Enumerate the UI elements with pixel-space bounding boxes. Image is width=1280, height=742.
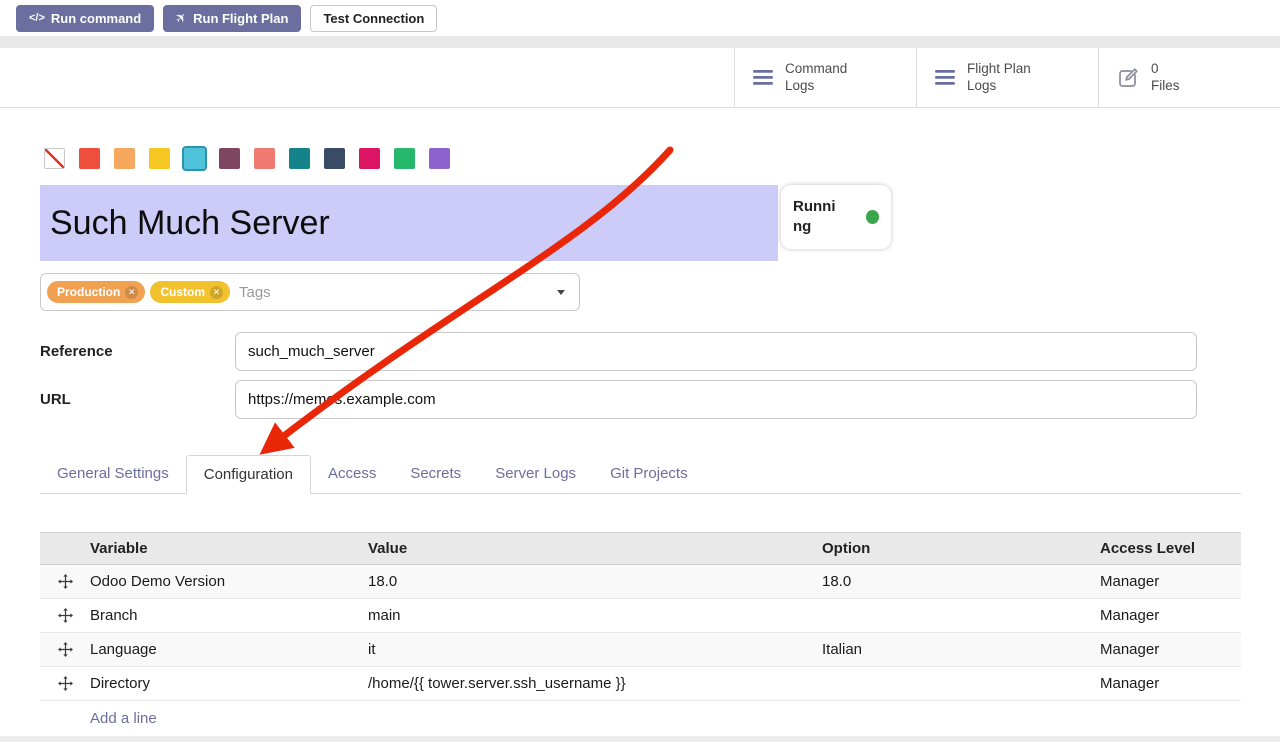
cell-access-level[interactable]: Manager <box>1100 641 1241 658</box>
stat-buttons: Command Logs Flight Plan Logs 0 Files <box>734 48 1280 107</box>
flight-plan-logs-button-label: Flight Plan Logs <box>967 61 1031 95</box>
color-swatch-purple[interactable] <box>429 148 450 169</box>
color-swatch-orange[interactable] <box>114 148 135 169</box>
chevron-down-icon[interactable] <box>557 290 565 295</box>
url-field-row: URL <box>40 380 1280 419</box>
remove-tag-icon[interactable]: ✕ <box>125 286 138 299</box>
files-button[interactable]: 0 Files <box>1098 48 1280 107</box>
table-row: Odoo Demo Version18.018.0Manager <box>40 565 1241 599</box>
color-swatch-yellow[interactable] <box>149 148 170 169</box>
test-connection-button[interactable]: Test Connection <box>310 5 437 32</box>
cell-option[interactable]: 18.0 <box>822 573 1100 590</box>
cell-value[interactable]: /home/{{ tower.server.ssh_username }} <box>368 675 822 692</box>
add-a-line-link[interactable]: Add a line <box>90 710 157 727</box>
cell-value[interactable]: main <box>368 607 822 624</box>
tags-input[interactable]: Production ✕ Custom ✕ Tags <box>40 273 580 311</box>
tab-configuration[interactable]: Configuration <box>186 455 311 494</box>
column-header-option[interactable]: Option <box>822 540 1100 557</box>
tag-label: Custom <box>160 285 205 299</box>
column-header-value[interactable]: Value <box>368 540 822 557</box>
top-toolbar: </> Run command ✈ Run Flight Plan Test Conne… <box>0 0 1280 36</box>
tags-placeholder: Tags <box>239 284 271 301</box>
command-logs-button[interactable]: Command Logs <box>734 48 916 107</box>
cell-access-level[interactable]: Manager <box>1100 675 1241 692</box>
cell-access-level[interactable]: Manager <box>1100 607 1241 624</box>
test-connection-button-label: Test Connection <box>323 11 424 26</box>
menu-icon <box>753 70 773 85</box>
column-header-access-level[interactable]: Access Level <box>1100 540 1241 557</box>
run-command-button-label: Run command <box>51 11 141 26</box>
tab-secrets[interactable]: Secrets <box>393 455 478 493</box>
cell-variable[interactable]: Odoo Demo Version <box>90 573 368 590</box>
add-line-row: Add a line <box>40 701 1241 735</box>
tag-pill-custom: Custom ✕ <box>150 281 230 303</box>
status-label: Running <box>793 197 841 238</box>
drag-handle-icon[interactable] <box>58 574 73 589</box>
tag-pills: Production ✕ Custom ✕ <box>47 281 235 303</box>
color-swatch-navy[interactable] <box>324 148 345 169</box>
color-swatch-cyan[interactable] <box>184 148 205 169</box>
table-header: VariableValueOptionAccess Level <box>40 532 1241 565</box>
divider-strip <box>0 36 1280 48</box>
status-dot-icon <box>866 210 879 224</box>
form-sheet: Such Much Server Running Production✕Cust… <box>0 108 1280 742</box>
color-swatch-none[interactable] <box>44 148 65 169</box>
reference-input[interactable] <box>235 332 1197 371</box>
cell-value[interactable]: it <box>368 641 822 658</box>
code-icon: </> <box>29 12 45 24</box>
flight-plan-logs-button[interactable]: Flight Plan Logs <box>916 48 1098 107</box>
cell-value[interactable]: 18.0 <box>368 573 822 590</box>
run-flight-plan-button-label: Run Flight Plan <box>193 11 288 26</box>
tab-server-logs[interactable]: Server Logs <box>478 455 593 493</box>
color-swatch-plum[interactable] <box>219 148 240 169</box>
server-name-input[interactable]: Such Much Server <box>40 185 778 261</box>
remove-tag-icon[interactable]: ✕ <box>210 286 223 299</box>
run-flight-plan-button[interactable]: ✈ Run Flight Plan <box>163 5 301 32</box>
drag-handle-icon[interactable] <box>58 676 73 691</box>
menu-icon <box>935 70 955 85</box>
tab-bar: General SettingsConfigurationAccessSecre… <box>40 455 1241 494</box>
color-picker <box>44 148 1280 169</box>
color-swatch-green[interactable] <box>394 148 415 169</box>
url-label: URL <box>40 391 235 408</box>
tab-general-settings[interactable]: General Settings <box>40 455 186 493</box>
edit-icon <box>1117 67 1139 89</box>
tag-pill-production: Production ✕ <box>47 281 145 303</box>
reference-label: Reference <box>40 343 235 360</box>
column-header-variable[interactable]: Variable <box>90 540 368 557</box>
color-swatch-teal[interactable] <box>289 148 310 169</box>
status-badge[interactable]: Running <box>781 185 891 249</box>
drag-handle-icon[interactable] <box>58 642 73 657</box>
paper-plane-icon: ✈ <box>176 10 187 26</box>
title-row: Such Much Server Running <box>40 185 1280 261</box>
table-row: Directory/home/{{ tower.server.ssh_usern… <box>40 667 1241 701</box>
config-table: VariableValueOptionAccess Level Odoo Dem… <box>40 532 1241 735</box>
cell-variable[interactable]: Directory <box>90 675 368 692</box>
command-logs-button-label: Command Logs <box>785 61 847 95</box>
cell-variable[interactable]: Language <box>90 641 368 658</box>
tab-git-projects[interactable]: Git Projects <box>593 455 705 493</box>
run-command-button[interactable]: </> Run command <box>16 5 154 32</box>
table-row: Branchmain Manager <box>40 599 1241 633</box>
color-swatch-magenta[interactable] <box>359 148 380 169</box>
tab-access[interactable]: Access <box>311 455 393 493</box>
color-swatch-salmon[interactable] <box>254 148 275 169</box>
color-swatch-red[interactable] <box>79 148 100 169</box>
url-input[interactable] <box>235 380 1197 419</box>
tag-label: Production <box>57 285 120 299</box>
table-row: LanguageitItalianManager <box>40 633 1241 667</box>
cell-access-level[interactable]: Manager <box>1100 573 1241 590</box>
table-body: Odoo Demo Version18.018.0ManagerBranchma… <box>40 565 1241 701</box>
reference-field-row: Reference <box>40 332 1280 371</box>
files-button-label: 0 Files <box>1151 61 1180 95</box>
header-band: Command Logs Flight Plan Logs 0 Files <box>0 48 1280 108</box>
page: </> Run command ✈ Run Flight Plan Test Conne… <box>0 0 1280 742</box>
cell-option[interactable]: Italian <box>822 641 1100 658</box>
cell-variable[interactable]: Branch <box>90 607 368 624</box>
bottom-strip <box>0 736 1280 742</box>
drag-handle-icon[interactable] <box>58 608 73 623</box>
